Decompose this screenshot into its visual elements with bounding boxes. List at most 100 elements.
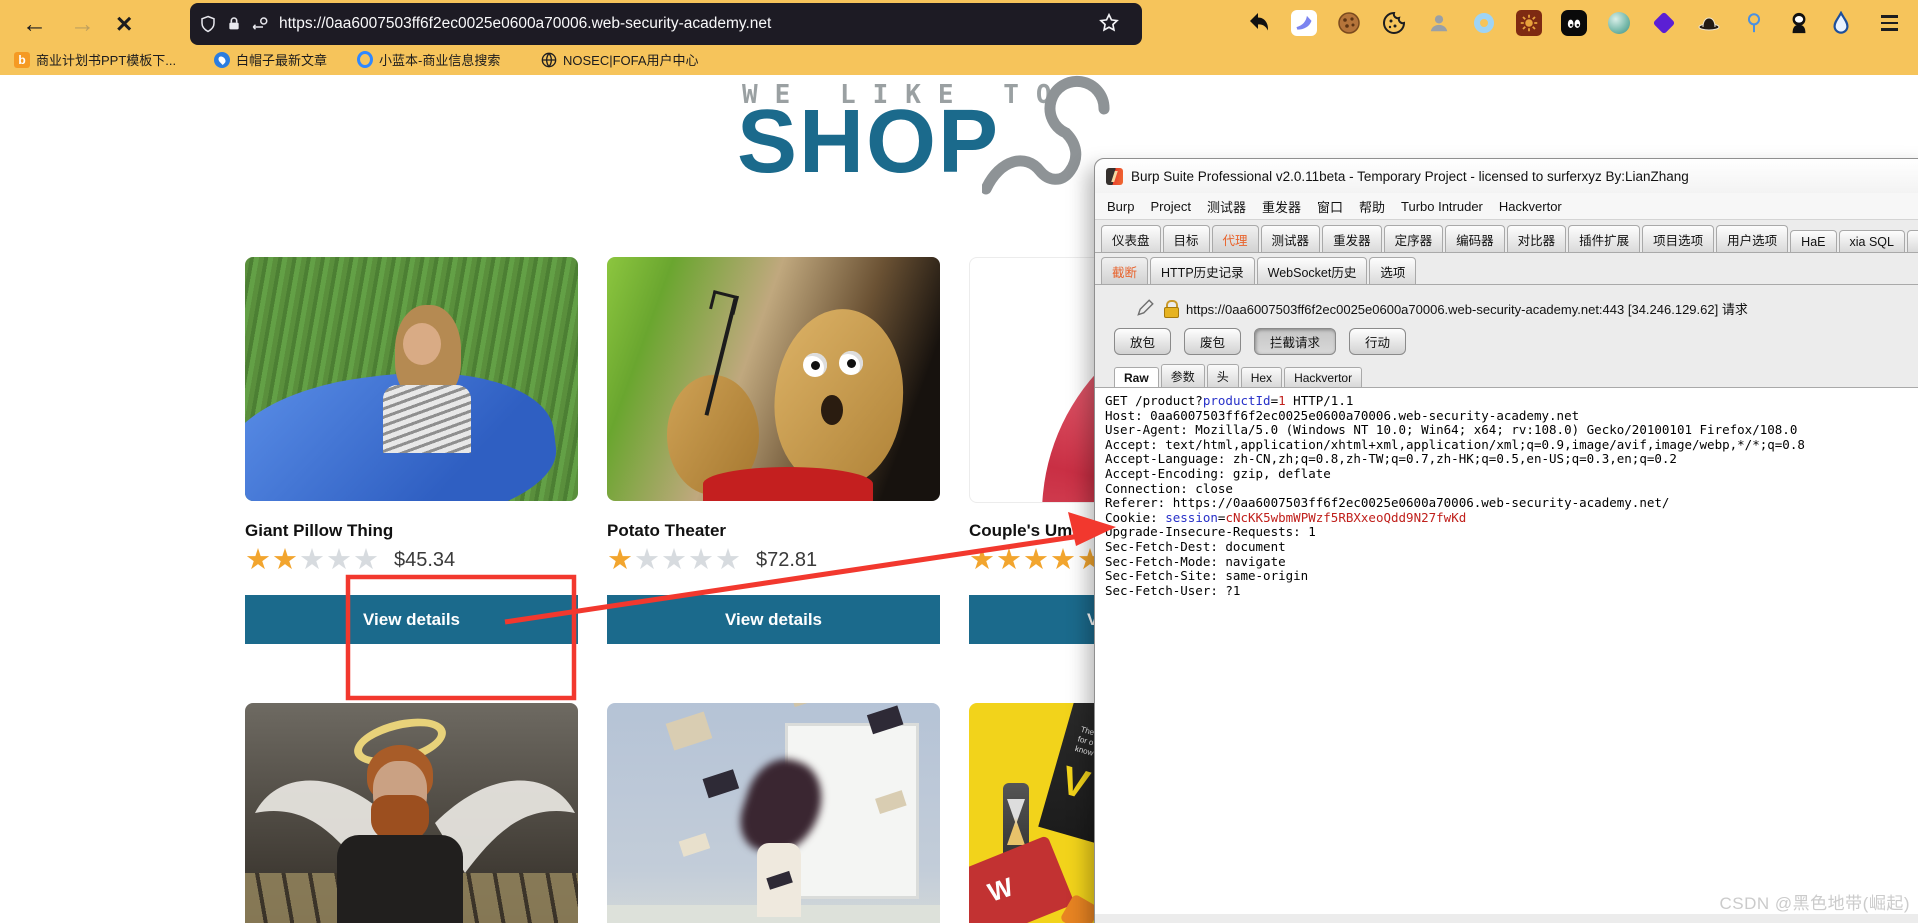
stop-button[interactable]: × [116, 6, 132, 42]
pin-extension-icon[interactable] [1741, 10, 1767, 36]
burp-menu-item[interactable]: 重发器 [1254, 194, 1309, 219]
star-empty-icon: ★ [688, 544, 715, 576]
sun-tile-extension-icon[interactable] [1516, 10, 1542, 36]
star-filled-icon: ★ [245, 544, 272, 576]
burp-tab[interactable]: 重发器 [1322, 225, 1382, 252]
intercept-action-button[interactable]: 行动 [1349, 328, 1407, 355]
burp-tab[interactable]: 目标 [1162, 225, 1210, 252]
burp-menu-item[interactable]: Burp [1099, 196, 1142, 217]
editor-tab[interactable]: 头 [1206, 364, 1239, 387]
star-empty-icon: ★ [326, 544, 353, 576]
burp-proxy-tab[interactable]: 选项 [1369, 257, 1417, 284]
star-rating: ★★★★★ [245, 545, 380, 575]
bookmark-item[interactable]: 白帽子最新文章 [214, 50, 327, 69]
baidu-wenku-icon: b [14, 51, 30, 68]
intercept-action-button[interactable]: 放包 [1114, 328, 1172, 355]
product-title: Giant Pillow Thing [245, 521, 394, 540]
burp-menu-item[interactable]: 测试器 [1199, 194, 1254, 219]
burp-title-bar: Burp Suite Professional v2.0.11beta - Te… [1095, 159, 1918, 193]
intercept-action-button[interactable]: 拦截请求 [1254, 328, 1337, 355]
burp-tab[interactable]: 测试器 [1260, 225, 1321, 252]
cookie-icon[interactable] [1336, 10, 1362, 36]
wappalyzer-diamond-icon[interactable] [1651, 10, 1677, 36]
lock-icon[interactable] [226, 16, 242, 32]
permissions-icon[interactable] [251, 16, 269, 32]
star-filled-icon: ★ [272, 544, 299, 576]
water-drop-extension-icon[interactable] [1828, 10, 1854, 36]
burp-menu-item[interactable]: Project [1142, 196, 1198, 217]
bookmark-label: 商业计划书PPT模板下... [36, 53, 177, 68]
view-details-button[interactable]: View details [607, 595, 940, 644]
sphere-extension-icon[interactable] [1606, 10, 1632, 36]
burp-tab[interactable]: 代理 [1211, 225, 1259, 252]
ring-extension-icon[interactable] [1471, 10, 1497, 36]
burp-tab[interactable]: 项目选项 [1642, 225, 1715, 252]
editor-tab[interactable]: Hackvertor [1284, 367, 1363, 387]
menu-icon[interactable] [1876, 10, 1902, 36]
request-line: Host: 0aa6007503ff6f2ec0025e0600a70006.w… [1105, 407, 1580, 423]
pencil-icon [1137, 299, 1154, 316]
burp-proxy-tab[interactable]: 截断 [1101, 257, 1149, 284]
burp-tab[interactable]: 仪表盘 [1101, 225, 1161, 252]
editor-tab[interactable]: 参数 [1160, 364, 1205, 387]
burp-tab[interactable]: 用户选项 [1716, 225, 1789, 252]
bird-extension-icon[interactable] [1291, 10, 1317, 36]
intercept-buttons: 放包 废包 拦截请求 行动 [1095, 324, 1918, 364]
burp-menu-bar: Burp Project 测试器 重发器 窗口 帮助 Turbo Intruder Hackv… [1095, 193, 1918, 220]
star-empty-icon: ★ [715, 544, 742, 576]
product-image-angel-man [245, 703, 578, 923]
url-text[interactable]: https://0aa6007503ff6f2ec0025e0600a70006… [279, 15, 771, 33]
request-text[interactable]: GET /product?productId=1 HTTP/1.1 Host: 0… [1095, 387, 1918, 914]
intercept-action-button[interactable]: 废包 [1184, 328, 1242, 355]
woman-dress [757, 843, 801, 917]
star-filled-icon: ★ [607, 544, 634, 576]
star-empty-icon: ★ [634, 544, 661, 576]
bookmark-item[interactable]: 小蓝本-商业信息搜索 [357, 50, 500, 69]
burp-tab[interactable]: 对比器 [1506, 225, 1567, 252]
burp-tab[interactable]: HaE [1790, 230, 1837, 252]
star-filled-icon: ★ [1050, 544, 1077, 576]
burp-menu-item[interactable]: 帮助 [1351, 194, 1393, 219]
editor-tab[interactable]: Hex [1240, 367, 1283, 387]
shield-icon[interactable] [199, 15, 217, 33]
request-line: GET /product?productId=1 HTTP/1.1 [1105, 393, 1354, 408]
burp-menu-item[interactable]: Turbo Intruder [1393, 196, 1491, 217]
cookie-editor-icon[interactable] [1381, 10, 1407, 36]
request-line: Accept: text/html,application/xhtml+xml,… [1105, 436, 1805, 452]
red-card: W [969, 835, 1075, 923]
burp-tab[interactable]: 定序器 [1383, 225, 1444, 252]
request-line: Accept-Encoding: gzip, deflate [1105, 465, 1331, 481]
editor-tabs: Raw 参数头 Hex Hackvertor [1095, 364, 1918, 387]
eyes-extension-icon[interactable] [1561, 10, 1587, 36]
man-sweater [337, 835, 463, 923]
burp-tab[interactable]: Hackvertor [1906, 230, 1918, 252]
bookmark-label: 小蓝本-商业信息搜索 [379, 53, 501, 68]
editor-tab[interactable]: Raw [1114, 367, 1159, 387]
burp-menu-item[interactable]: 窗口 [1309, 194, 1351, 219]
burp-tab[interactable]: xia SQL [1838, 230, 1905, 252]
url-bar[interactable]: https://0aa6007503ff6f2ec0025e0600a70006… [190, 3, 1142, 45]
tls-lock-icon [1164, 300, 1179, 318]
bookmark-star-icon[interactable] [1098, 12, 1120, 34]
request-line: Sec-Fetch-Dest: document [1105, 538, 1286, 554]
intercept-info-bar: https://0aa6007503ff6f2ec0025e0600a70006… [1095, 285, 1918, 324]
burp-tab[interactable]: 编码器 [1445, 225, 1505, 252]
screenshot-stage: WE LIKE TO SHOP Giant Pillow Thing ★★★★★… [0, 0, 1918, 923]
forward-button[interactable]: → [70, 6, 95, 42]
globe-icon [541, 52, 557, 68]
burp-proxy-tab[interactable]: HTTP历史记录 [1150, 257, 1255, 284]
back-button[interactable]: ← [22, 6, 47, 42]
bookmark-item[interactable]: b 商业计划书PPT模板下... [14, 50, 176, 69]
bookmark-item[interactable]: NOSEC|FOFA用户中心 [541, 50, 699, 69]
astronaut-extension-icon[interactable] [1786, 10, 1812, 36]
burp-proxy-tab[interactable]: WebSocket历史 [1256, 257, 1368, 284]
burp-menu-item[interactable]: Hackvertor [1491, 196, 1570, 217]
detective-hat-icon[interactable] [1696, 10, 1722, 36]
burp-icon [1106, 167, 1123, 185]
view-details-button[interactable]: View details [245, 595, 578, 644]
user-agent-switcher-icon[interactable] [1426, 10, 1452, 36]
burp-tab[interactable]: 插件扩展 [1568, 225, 1641, 252]
undo-icon[interactable] [1246, 10, 1272, 36]
request-line: Sec-Fetch-Site: same-origin [1105, 568, 1309, 584]
ketchup-splash [703, 467, 873, 501]
